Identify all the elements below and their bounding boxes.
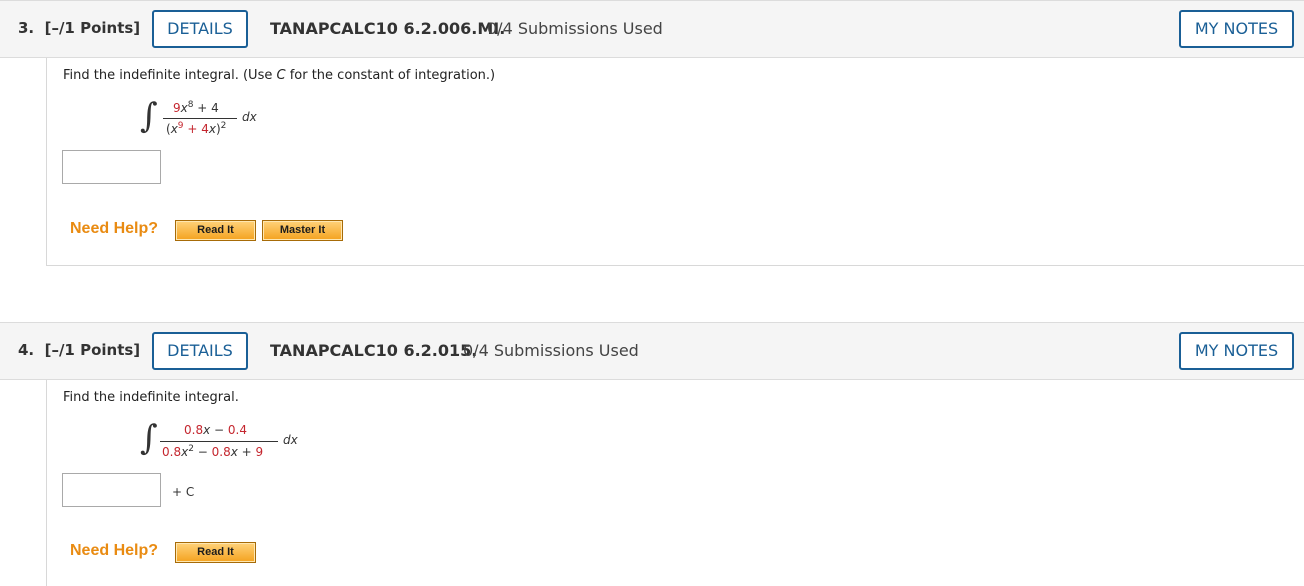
plus-constant: + C (172, 485, 195, 499)
details-button[interactable]: DETAILS (152, 332, 248, 370)
details-button[interactable]: DETAILS (152, 10, 248, 48)
read-it-button[interactable]: Read It (175, 542, 256, 563)
question-3-header: 3. [–/1 Points] DETAILS TANAPCALC10 6.2.… (0, 0, 1304, 58)
fraction-bar (163, 118, 237, 119)
numerator: 0.8x − 0.4 (184, 423, 247, 437)
master-it-button[interactable]: Master It (262, 220, 343, 241)
my-notes-button[interactable]: MY NOTES (1179, 10, 1294, 48)
question-code: TANAPCALC10 6.2.006.MI. (270, 19, 506, 38)
need-help-label: Need Help? (70, 220, 159, 237)
question-prompt: Find the indefinite integral. (63, 390, 239, 405)
answer-input[interactable] (62, 473, 161, 507)
question-number: 4. [–/1 Points] (18, 341, 141, 359)
my-notes-button[interactable]: MY NOTES (1179, 332, 1294, 370)
differential: dx (242, 110, 257, 124)
question-number: 3. [–/1 Points] (18, 19, 141, 37)
fraction-bar (160, 441, 278, 442)
submissions-used: 0/4 Submissions Used (463, 341, 639, 360)
question-4-header: 4. [–/1 Points] DETAILS TANAPCALC10 6.2.… (0, 322, 1304, 380)
need-help-label: Need Help? (70, 542, 159, 559)
integral-sign: ∫ (140, 418, 158, 458)
question-code: TANAPCALC10 6.2.015. (270, 341, 478, 360)
numerator: 9x8 + 4 (173, 100, 219, 115)
differential: dx (283, 433, 298, 447)
denominator: 0.8x2 − 0.8x + 9 (162, 444, 264, 459)
integral-sign: ∫ (140, 96, 158, 136)
read-it-button[interactable]: Read It (175, 220, 256, 241)
answer-input[interactable] (62, 150, 161, 184)
question-prompt: Find the indefinite integral. (Use C for… (63, 68, 496, 83)
denominator: (x9 + 4x)2 (166, 121, 227, 136)
submissions-used: 0/4 Submissions Used (487, 19, 663, 38)
